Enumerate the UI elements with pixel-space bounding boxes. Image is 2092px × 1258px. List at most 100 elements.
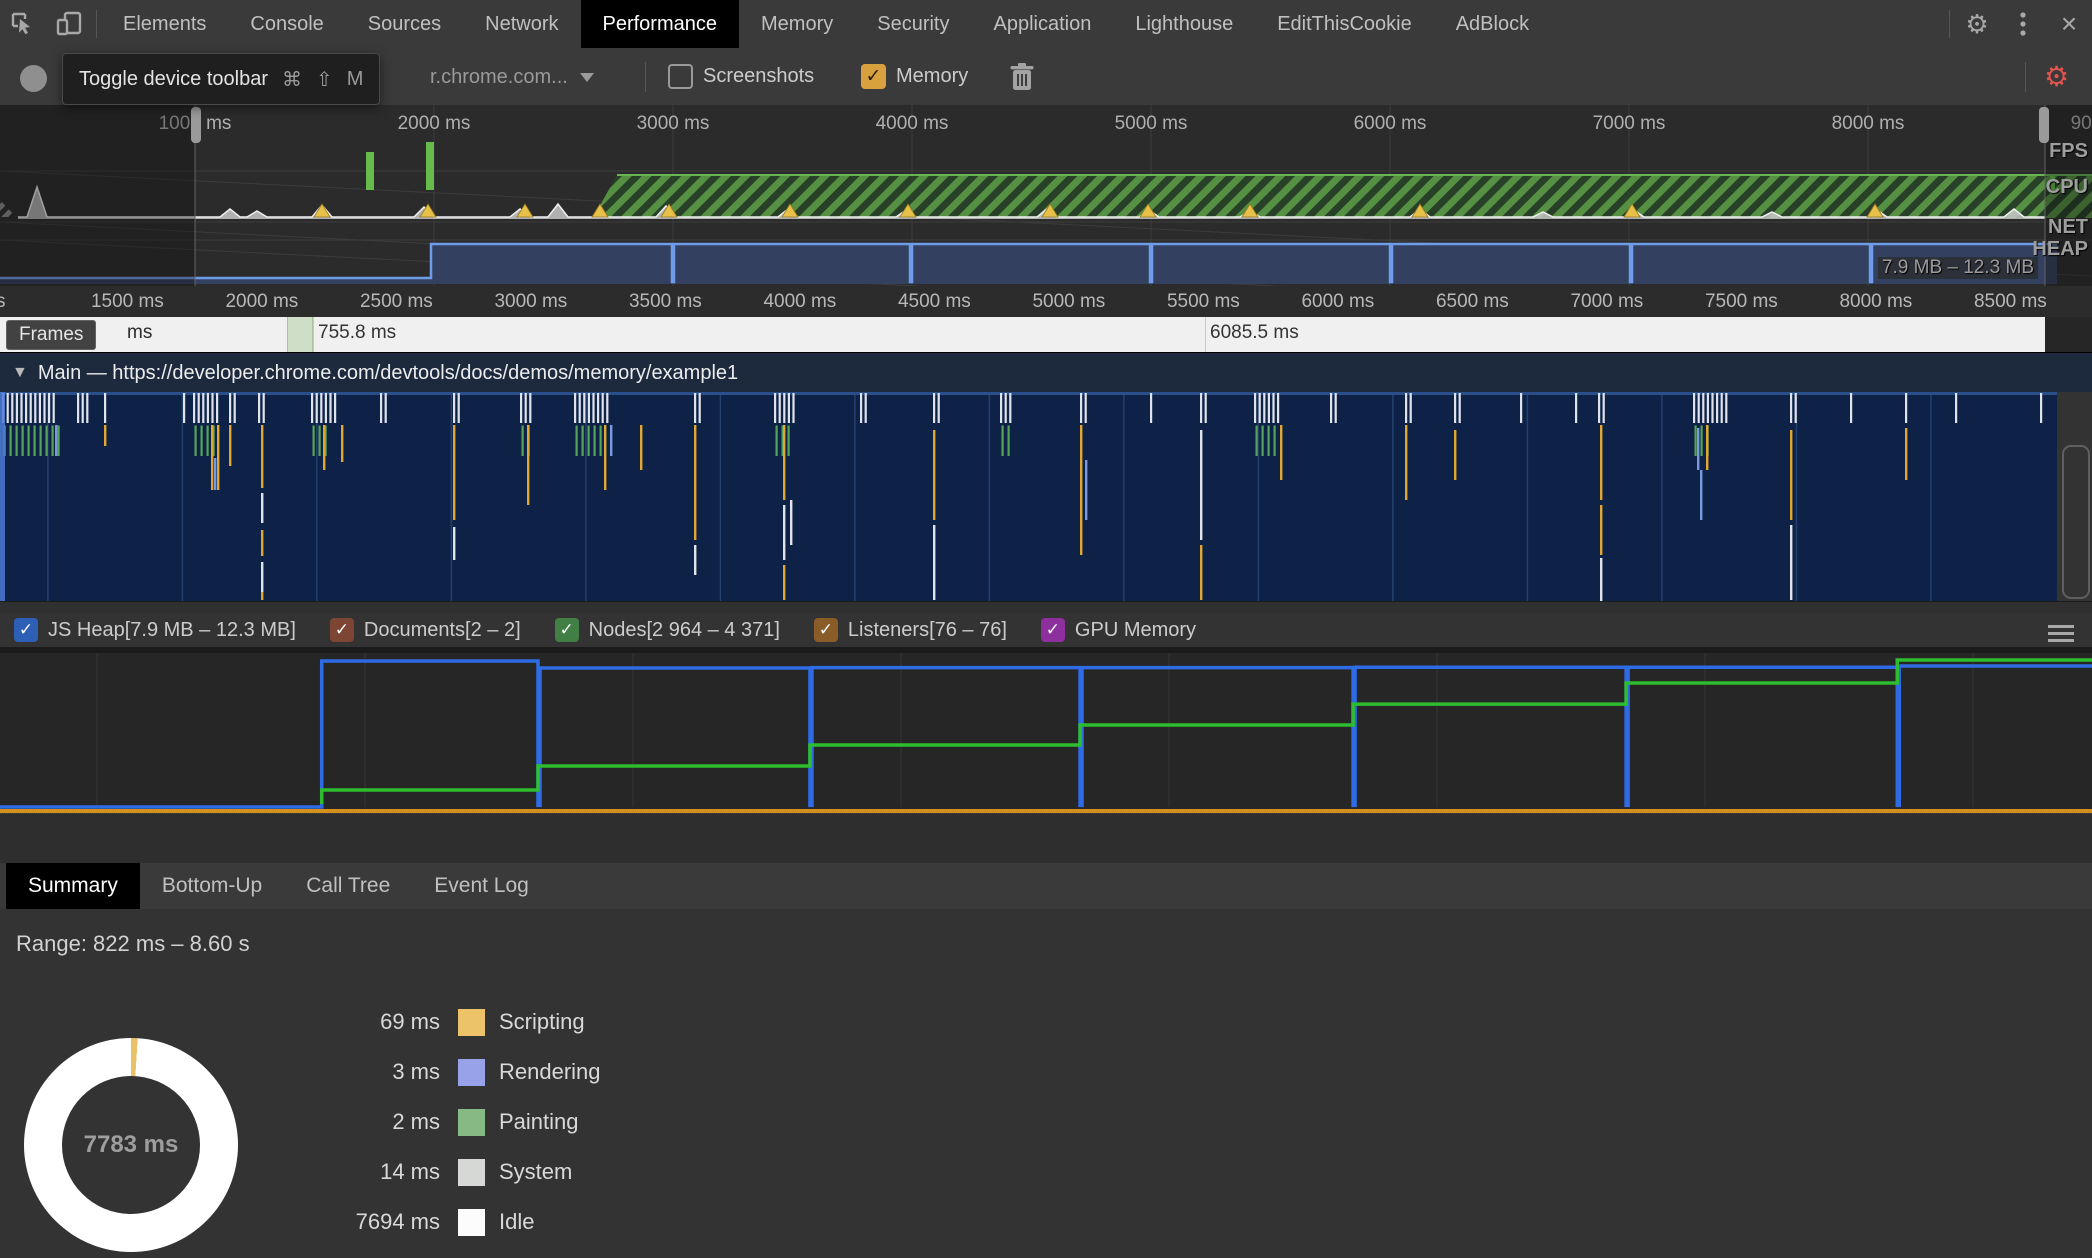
shift-key-glyph: ⇧ (316, 68, 333, 91)
legend-row-painting: 2 ms Painting (270, 1097, 601, 1147)
tab-performance[interactable]: Performance (580, 0, 739, 48)
svg-text:2000 ms: 2000 ms (398, 113, 471, 134)
tab-call-tree[interactable]: Call Tree (284, 863, 412, 909)
legend-swatch (458, 1158, 485, 1186)
counter-toggle-gpu-memory[interactable]: ✓ GPU Memory (1040, 618, 1197, 642)
counter-toggle-js-heap[interactable]: ✓ JS Heap[7.9 MB – 12.3 MB] (14, 618, 296, 642)
legend-value: 3 ms (392, 1059, 440, 1084)
memory-label: Memory (896, 65, 969, 87)
checkbox-checked-icon: ✓ (329, 618, 354, 642)
ruler-tick-label: 5500 ms (1166, 291, 1240, 312)
timeline-overview[interactable]: 1000 ms2000 ms3000 ms4000 ms5000 ms6000 … (0, 105, 2092, 286)
ruler-tick-label: 3000 ms (494, 291, 568, 312)
main-flame-chart[interactable] (0, 392, 2092, 601)
main-track-title: Main — https://developer.chrome.com/devt… (37, 361, 739, 384)
svg-text:7000 ms: 7000 ms (1593, 113, 1666, 134)
flame-chart-canvas (0, 392, 2057, 601)
counter-toggle-documents[interactable]: ✓ Documents[2 – 2] (329, 618, 521, 642)
ruler-tick-label: 6500 ms (1435, 291, 1509, 312)
collapse-triangle-icon[interactable]: ▼ (12, 364, 28, 382)
overview-chart: 1000 ms2000 ms3000 ms4000 ms5000 ms6000 … (0, 105, 2092, 286)
legend-label: Painting (499, 1109, 579, 1134)
ruler-tick-label: 5000 ms (1032, 291, 1106, 312)
memory-counters-toolbar: ✓ JS Heap[7.9 MB – 12.3 MB] ✓ Documents[2 –… (0, 613, 2092, 647)
tab-application[interactable]: Application (971, 0, 1113, 48)
frame-block[interactable] (287, 317, 313, 352)
overview-label-heap: HEAP (2032, 238, 2088, 260)
counter-toggle-listeners[interactable]: ✓ Listeners[76 – 76] (813, 618, 1007, 642)
ruler-tick-label: 2000 ms (225, 291, 299, 312)
legend-value: 69 ms (380, 1009, 440, 1034)
ruler-tick-label: 3500 ms (628, 291, 702, 312)
frame-duration-label: 6085.5 ms (1210, 322, 1299, 343)
more-options-icon[interactable] (2000, 0, 2046, 48)
checkbox-checked-icon: ✓ (1040, 618, 1065, 642)
tab-elements[interactable]: Elements (101, 0, 228, 48)
donut-total-label: 7783 ms (62, 1076, 200, 1214)
tab-lighthouse[interactable]: Lighthouse (1113, 0, 1255, 48)
tab-memory[interactable]: Memory (739, 0, 855, 48)
frame-boundary (1205, 317, 1206, 352)
legend-label: Scripting (499, 1009, 585, 1034)
memory-counters-chart[interactable] (0, 647, 2092, 813)
toolbar-separator (96, 10, 97, 38)
tab-event-log[interactable]: Event Log (412, 863, 551, 909)
tab-editthiscookie[interactable]: EditThisCookie (1255, 0, 1434, 48)
m-key-glyph: M (346, 67, 364, 90)
toggle-device-toolbar-icon[interactable] (46, 0, 92, 48)
time-breakdown-legend: 69 ms Scripting 3 ms Rendering 2 ms Painting 1… (270, 997, 601, 1247)
tab-bottom-up[interactable]: Bottom-Up (140, 863, 284, 909)
checkbox-checked-icon: ✓ (554, 618, 579, 642)
frames-track[interactable]: Frames ms 755.8 ms 6085.5 ms (0, 317, 2092, 352)
legend-label: Rendering (499, 1059, 601, 1084)
svg-text:6000 ms: 6000 ms (1354, 113, 1427, 134)
tab-console[interactable]: Console (228, 0, 345, 48)
ruler-tick-label: 6000 ms (1301, 291, 1375, 312)
tab-sources[interactable]: Sources (346, 0, 463, 48)
cmd-key-glyph: ⌘ (282, 68, 303, 91)
main-track-header[interactable]: ▼ Main — https://developer.chrome.com/de… (0, 352, 2092, 393)
heap-range-label: 7.9 MB – 12.3 MB (1877, 257, 2038, 279)
legend-label: System (499, 1159, 573, 1184)
ruler-tick-label: 8500 ms (1973, 291, 2047, 312)
summary-panel: Range: 822 ms – 8.60 s 7783 ms 69 ms Scri… (0, 909, 2092, 1258)
inspect-element-icon[interactable] (0, 0, 46, 48)
hamburger-menu-icon[interactable] (2048, 621, 2074, 646)
ruler-tick-label: 2500 ms (359, 291, 433, 312)
offscreen-indicator-strip (0, 392, 5, 601)
counter-toggle-nodes[interactable]: ✓ Nodes[2 964 – 4 371] (554, 618, 780, 642)
legend-row-rendering: 3 ms Rendering (270, 1047, 601, 1097)
record-button[interactable] (20, 65, 47, 92)
page-url-select[interactable]: r.chrome.com... (430, 66, 594, 89)
tab-network[interactable]: Network (463, 0, 580, 48)
counter-label: GPU Memory (1074, 618, 1197, 641)
overview-label-net: NET (2048, 216, 2088, 238)
tab-adblock[interactable]: AdBlock (1434, 0, 1551, 48)
settings-gear-icon[interactable]: ⚙ (1954, 0, 2000, 48)
vertical-scrollbar-thumb[interactable] (2062, 445, 2090, 599)
page-url-text: r.chrome.com... (430, 66, 568, 88)
timeline-ruler: ms 1500 ms 2000 ms 2500 ms 3000 ms 3500 ms 400… (0, 286, 2092, 318)
time-breakdown-donut: 7783 ms (24, 1038, 238, 1252)
clear-trash-icon[interactable] (1008, 62, 1036, 92)
screenshots-checkbox[interactable]: Screenshots (668, 64, 814, 89)
close-devtools-icon[interactable]: × (2046, 0, 2092, 48)
counter-label: Nodes[2 964 – 4 371] (588, 618, 780, 641)
ruler-tick-label: 4500 ms (897, 291, 971, 312)
legend-swatch (458, 1008, 485, 1036)
ruler-tick-label: 4000 ms (763, 291, 837, 312)
range-label: Range: 822 ms – 8.60 s (16, 931, 250, 956)
checkbox-checked-icon: ✓ (813, 618, 838, 642)
memory-checkbox[interactable]: ✓ Memory (861, 64, 968, 89)
capture-settings-gear-icon[interactable]: ⚙ (2044, 60, 2069, 93)
tab-security[interactable]: Security (855, 0, 971, 48)
legend-swatch (458, 1208, 485, 1236)
devtools-window: Elements Console Sources Network Performance… (0, 0, 2092, 1258)
legend-value: 7694 ms (355, 1209, 440, 1234)
tab-summary[interactable]: Summary (6, 863, 140, 909)
legend-value: 2 ms (392, 1109, 440, 1134)
svg-text:8000 ms: 8000 ms (1832, 113, 1905, 134)
toolbar-separator (2025, 62, 2026, 92)
chevron-down-icon (579, 73, 594, 82)
svg-text:3000 ms: 3000 ms (637, 113, 710, 134)
